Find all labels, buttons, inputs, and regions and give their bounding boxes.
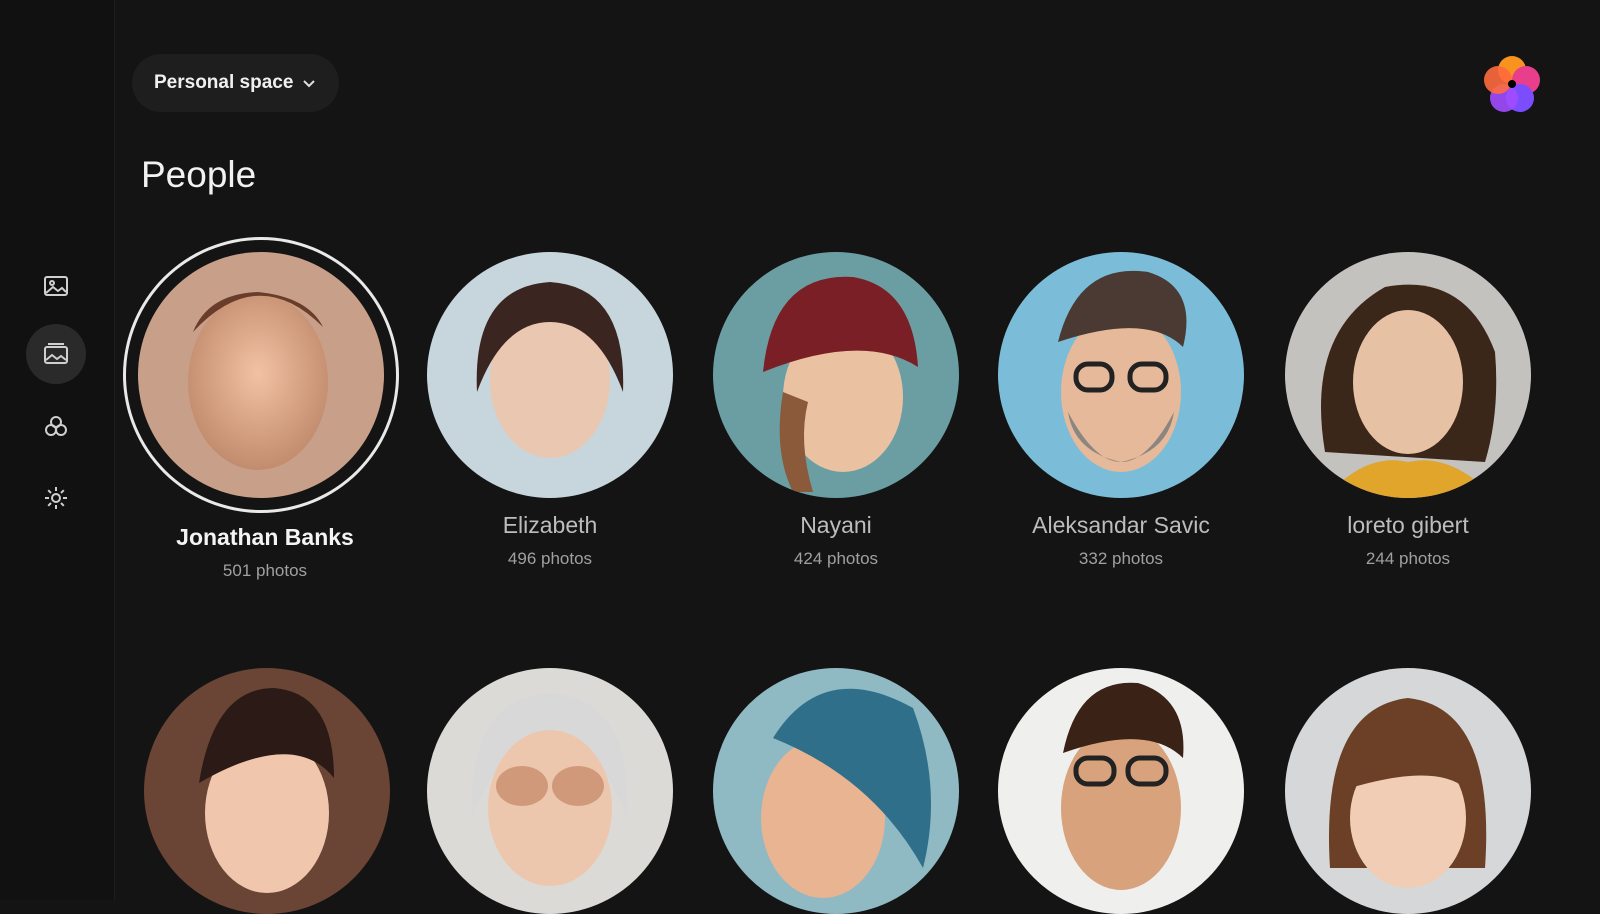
person-name: Nayani: [800, 512, 872, 538]
person-card[interactable]: Aleksandar Savic 332 photos: [996, 252, 1246, 569]
avatar: [713, 668, 959, 914]
person-card[interactable]: [425, 668, 675, 914]
avatar: [427, 668, 673, 914]
photo-count: 244 photos: [1365, 549, 1451, 568]
albums-icon: [44, 343, 68, 364]
avatar: [998, 252, 1244, 498]
avatar: [1285, 668, 1531, 914]
nav-settings[interactable]: [26, 468, 86, 528]
people-icon: [45, 416, 67, 436]
person-name: Jonathan Banks: [176, 524, 354, 550]
page-title: People: [141, 154, 257, 195]
avatar: [427, 252, 673, 498]
person-card[interactable]: [711, 668, 961, 914]
photo-count: 501 photos: [222, 561, 308, 580]
person-card[interactable]: [142, 668, 392, 914]
person-name: Aleksandar Savic: [1032, 512, 1210, 538]
avatar: [144, 668, 390, 914]
avatar-selected-ring: [126, 240, 396, 510]
person-card[interactable]: Elizabeth 496 photos: [425, 252, 675, 569]
avatar: [713, 252, 959, 498]
person-card[interactable]: Jonathan Banks 501 photos: [126, 240, 396, 581]
chevron-down-icon: [303, 80, 316, 88]
app-logo: [1484, 56, 1540, 112]
nav-albums[interactable]: [26, 324, 86, 384]
person-card[interactable]: loreto gibert 244 photos: [1283, 252, 1533, 569]
avatar: [1285, 252, 1531, 498]
person-name: Elizabeth: [502, 512, 598, 538]
space-label: Personal space: [154, 72, 294, 93]
person-name: loreto gibert: [1347, 512, 1469, 538]
person-card[interactable]: [996, 668, 1246, 914]
settings-icon: [45, 487, 67, 509]
photos-icon: [44, 276, 68, 296]
nav-people[interactable]: [26, 396, 86, 456]
photo-count: 424 photos: [793, 549, 879, 568]
sidebar: [0, 0, 115, 900]
space-selector[interactable]: Personal space: [132, 54, 340, 112]
nav-photos[interactable]: [26, 256, 86, 316]
person-card[interactable]: Nayani 424 photos: [711, 252, 961, 569]
person-card[interactable]: [1283, 668, 1533, 914]
avatar: [138, 252, 384, 498]
avatar: [998, 668, 1244, 914]
photo-count: 332 photos: [1078, 549, 1164, 568]
photo-count: 496 photos: [507, 549, 593, 568]
